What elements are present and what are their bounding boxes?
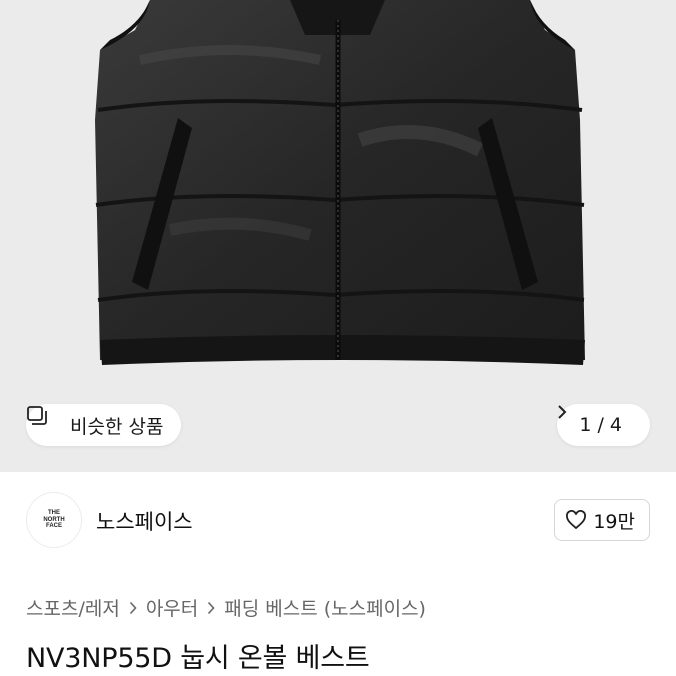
breadcrumb-item[interactable]: 패딩 베스트 (노스페이스) — [224, 594, 426, 621]
seller-logo-line-3: FACE — [45, 523, 62, 530]
chevron-right-icon — [207, 601, 215, 615]
seller-row[interactable]: THE NORTH FACE 노스페이스 19만 — [0, 472, 676, 568]
similar-products-label: 비슷한 상품 — [70, 415, 164, 438]
seller-logo: THE NORTH FACE — [26, 492, 82, 548]
like-count: 19만 — [593, 510, 635, 533]
heart-outline-icon — [565, 510, 587, 530]
product-title: NV3NP55D 눕시 온볼 베스트 — [26, 643, 370, 674]
product-image-gallery[interactable]: 비슷한 상품 1 / 4 — [0, 0, 676, 472]
similar-products-icon — [27, 406, 62, 436]
product-photo-vest — [95, 0, 585, 365]
breadcrumb: 스포츠/레저 아우터 패딩 베스트 (노스페이스) — [26, 594, 426, 621]
similar-products-button[interactable]: 비슷한 상품 — [26, 404, 182, 446]
like-button[interactable]: 19만 — [554, 499, 650, 541]
chevron-right-icon — [129, 601, 137, 615]
seller-name[interactable]: 노스페이스 — [96, 506, 193, 536]
gallery-pager[interactable]: 1 / 4 — [557, 404, 650, 446]
breadcrumb-item[interactable]: 스포츠/레저 — [26, 594, 120, 621]
gallery-pager-label: 1 / 4 — [579, 414, 622, 436]
breadcrumb-item[interactable]: 아우터 — [146, 594, 198, 621]
